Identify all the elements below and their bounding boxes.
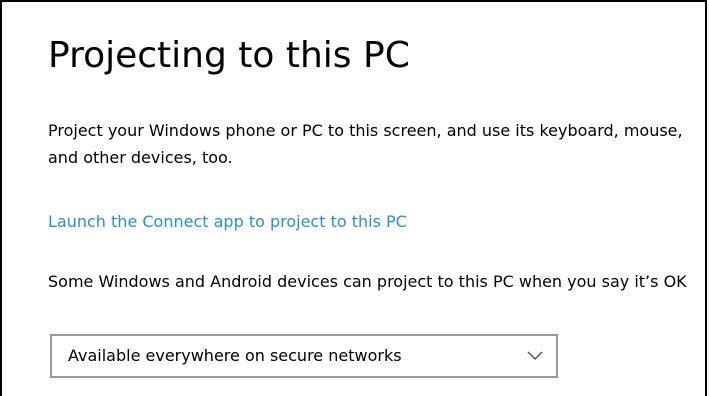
projection-permission-label: Some Windows and Android devices can pro… <box>48 272 687 291</box>
settings-panel: Projecting to this PC Project your Windo… <box>0 0 707 396</box>
projection-description: Project your Windows phone or PC to this… <box>48 121 683 167</box>
availability-dropdown[interactable]: Available everywhere on secure networks <box>50 334 558 378</box>
launch-connect-app-link[interactable]: Launch the Connect app to project to thi… <box>48 208 407 235</box>
availability-dropdown-value: Available everywhere on secure networks <box>68 346 402 365</box>
chevron-down-icon <box>527 351 543 361</box>
page-title: Projecting to this PC <box>48 35 410 76</box>
